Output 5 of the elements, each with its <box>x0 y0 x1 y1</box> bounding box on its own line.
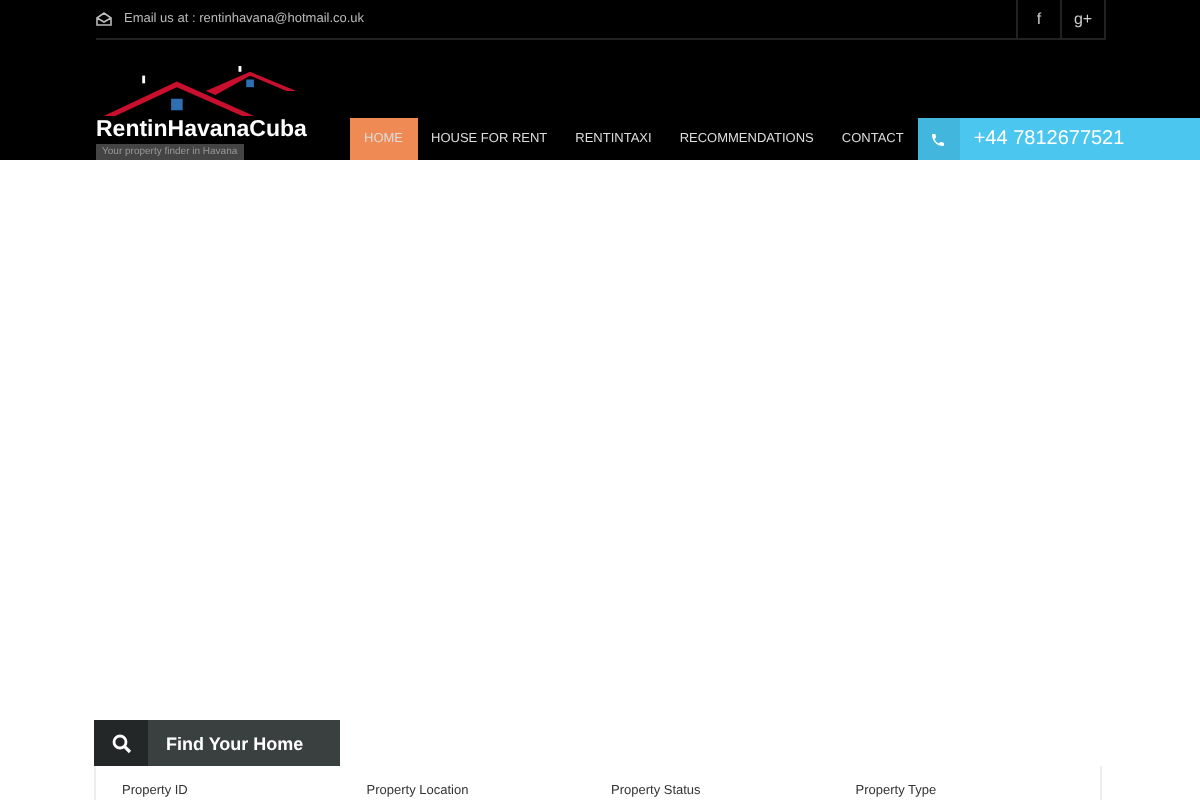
envelope-icon <box>96 12 112 26</box>
phone-icon <box>930 131 947 147</box>
logo-text[interactable]: RentinHavanaCuba <box>96 118 336 142</box>
find-home-title: Find Your Home <box>166 733 304 753</box>
search-icon <box>111 733 131 753</box>
